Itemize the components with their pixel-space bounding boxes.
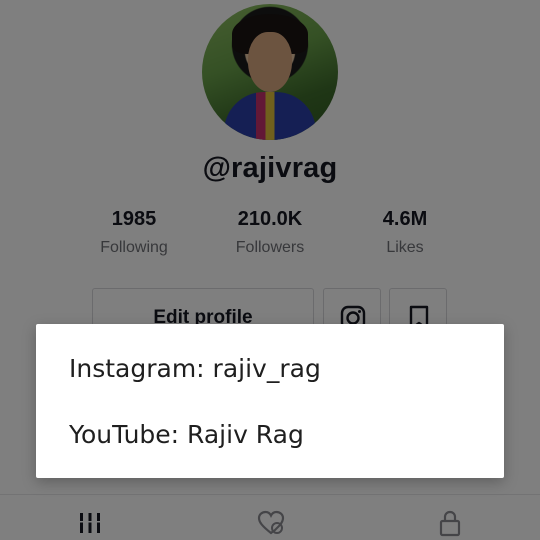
social-links-dialog: Instagram: rajiv_rag YouTube: Rajiv Rag (36, 324, 504, 478)
youtube-link-item[interactable]: YouTube: Rajiv Rag (69, 420, 304, 449)
instagram-link-item[interactable]: Instagram: rajiv_rag (69, 354, 321, 383)
